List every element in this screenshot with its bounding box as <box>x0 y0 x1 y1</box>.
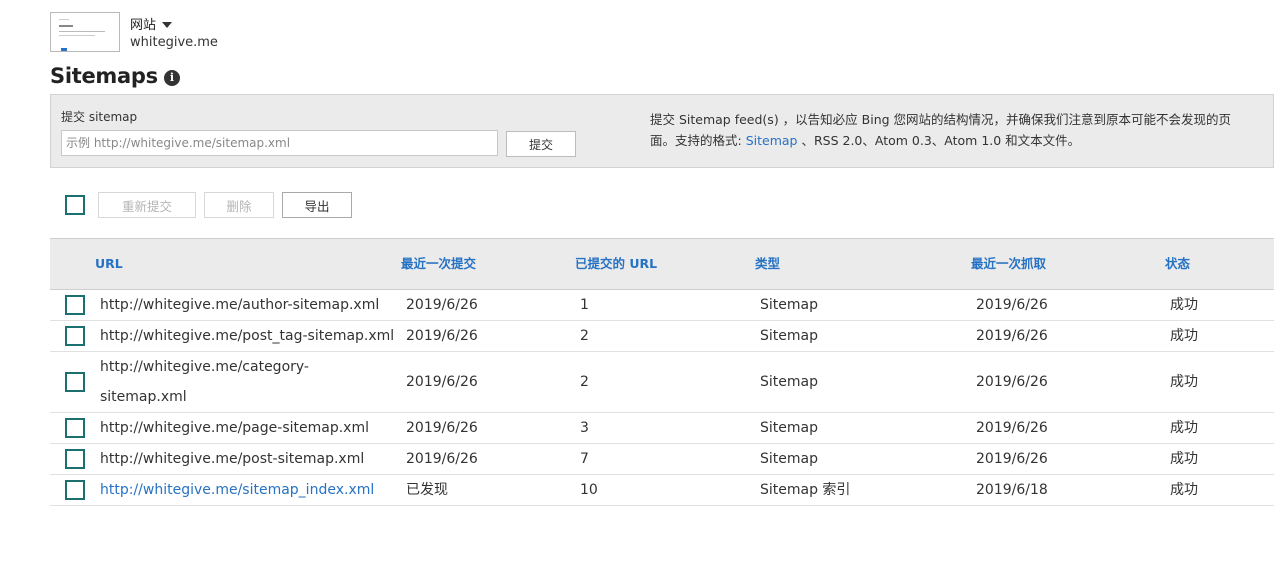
cell-submitted-urls: 10 <box>580 482 598 498</box>
page-title-text: Sitemaps <box>50 64 158 88</box>
row-checkbox[interactable] <box>65 326 85 346</box>
row-checkbox[interactable] <box>65 418 85 438</box>
cell-submitted-urls: 2 <box>580 328 589 344</box>
select-all-checkbox[interactable] <box>65 195 85 215</box>
table-row: http://whitegive.me/author-sitemap.xml 2… <box>50 290 1274 321</box>
cell-status: 成功 <box>1170 374 1198 390</box>
row-checkbox[interactable] <box>65 295 85 315</box>
cell-last-submitted: 2019/6/26 <box>406 374 478 390</box>
column-header-type[interactable]: 类型 <box>755 239 780 289</box>
cell-last-submitted: 2019/6/26 <box>406 297 478 313</box>
cell-status: 成功 <box>1170 451 1198 467</box>
cell-url: http://whitegive.me/author-sitemap.xml <box>100 297 380 313</box>
sitemap-format-link[interactable]: Sitemap <box>746 133 798 148</box>
cell-submitted-urls: 2 <box>580 374 589 390</box>
cell-last-crawled: 2019/6/26 <box>976 328 1048 344</box>
site-domain: whitegive.me <box>130 35 218 50</box>
table-row: http://whitegive.me/post_tag-sitemap.xml… <box>50 321 1274 352</box>
site-switcher-label: 网站 <box>130 18 157 33</box>
site-switcher[interactable]: 网站 <box>130 14 173 33</box>
cell-last-crawled: 2019/6/26 <box>976 420 1048 436</box>
column-header-url[interactable]: URL <box>95 239 123 289</box>
cell-type: Sitemap 索引 <box>760 482 851 498</box>
caret-down-icon <box>162 21 173 28</box>
cell-type: Sitemap <box>760 328 818 344</box>
cell-last-crawled: 2019/6/26 <box>976 374 1048 390</box>
cell-last-crawled: 2019/6/18 <box>976 482 1048 498</box>
delete-button[interactable]: 删除 <box>204 192 274 218</box>
site-header: 网站 whitegive.me <box>50 12 450 52</box>
sitemap-toolbar: 重新提交 删除 导出 <box>65 192 360 218</box>
cell-type: Sitemap <box>760 297 818 313</box>
row-checkbox[interactable] <box>65 372 85 392</box>
cell-last-submitted: 2019/6/26 <box>406 420 478 436</box>
sitemap-url-input[interactable] <box>61 130 498 156</box>
row-checkbox[interactable] <box>65 480 85 500</box>
submit-sitemap-label: 提交 sitemap <box>61 110 138 124</box>
column-header-last-crawled[interactable]: 最近一次抓取 <box>971 239 1046 289</box>
cell-last-submitted: 2019/6/26 <box>406 451 478 467</box>
export-button[interactable]: 导出 <box>282 192 352 218</box>
cell-url: http://whitegive.me/category-sitemap.xml <box>100 359 309 405</box>
table-row: http://whitegive.me/category-sitemap.xml… <box>50 352 1274 413</box>
help-text-tail: 、RSS 2.0、Atom 0.3、Atom 1.0 和文本文件。 <box>801 133 1081 148</box>
cell-status: 成功 <box>1170 297 1198 313</box>
row-checkbox[interactable] <box>65 449 85 469</box>
table-row: http://whitegive.me/page-sitemap.xml 201… <box>50 413 1274 444</box>
cell-status: 成功 <box>1170 328 1198 344</box>
site-thumbnail[interactable] <box>50 12 120 52</box>
cell-submitted-urls: 3 <box>580 420 589 436</box>
cell-submitted-urls: 1 <box>580 297 589 313</box>
page-title: Sitemaps i <box>50 64 180 88</box>
submit-sitemap-panel: 提交 sitemap 提交 提交 Sitemap feed(s) ，以告知必应 … <box>50 94 1274 168</box>
cell-url-link[interactable]: http://whitegive.me/sitemap_index.xml <box>100 475 400 505</box>
submit-help-text: 提交 Sitemap feed(s) ，以告知必应 Bing 您网站的结构情况，… <box>650 109 1250 151</box>
submit-button[interactable]: 提交 <box>506 131 576 157</box>
resubmit-button[interactable]: 重新提交 <box>98 192 196 218</box>
cell-last-submitted: 已发现 <box>406 482 448 498</box>
cell-type: Sitemap <box>760 374 818 390</box>
info-icon[interactable]: i <box>163 69 180 86</box>
cell-submitted-urls: 7 <box>580 451 589 467</box>
cell-last-crawled: 2019/6/26 <box>976 451 1048 467</box>
cell-type: Sitemap <box>760 420 818 436</box>
table-row: http://whitegive.me/post-sitemap.xml 201… <box>50 444 1274 475</box>
cell-type: Sitemap <box>760 451 818 467</box>
cell-status: 成功 <box>1170 482 1198 498</box>
table-row: http://whitegive.me/sitemap_index.xml 已发… <box>50 475 1274 506</box>
column-header-status[interactable]: 状态 <box>1165 239 1190 289</box>
cell-status: 成功 <box>1170 420 1198 436</box>
cell-url: http://whitegive.me/post-sitemap.xml <box>100 451 365 467</box>
cell-url: http://whitegive.me/page-sitemap.xml <box>100 420 369 436</box>
column-header-submitted-urls[interactable]: 已提交的 URL <box>575 239 657 289</box>
sitemaps-table: URL 最近一次提交 已提交的 URL 类型 最近一次抓取 状态 http://… <box>50 238 1274 506</box>
cell-last-crawled: 2019/6/26 <box>976 297 1048 313</box>
cell-last-submitted: 2019/6/26 <box>406 328 478 344</box>
column-header-last-submitted[interactable]: 最近一次提交 <box>401 239 476 289</box>
cell-url: http://whitegive.me/post_tag-sitemap.xml <box>100 328 395 344</box>
table-header: URL 最近一次提交 已提交的 URL 类型 最近一次抓取 状态 <box>50 238 1274 290</box>
